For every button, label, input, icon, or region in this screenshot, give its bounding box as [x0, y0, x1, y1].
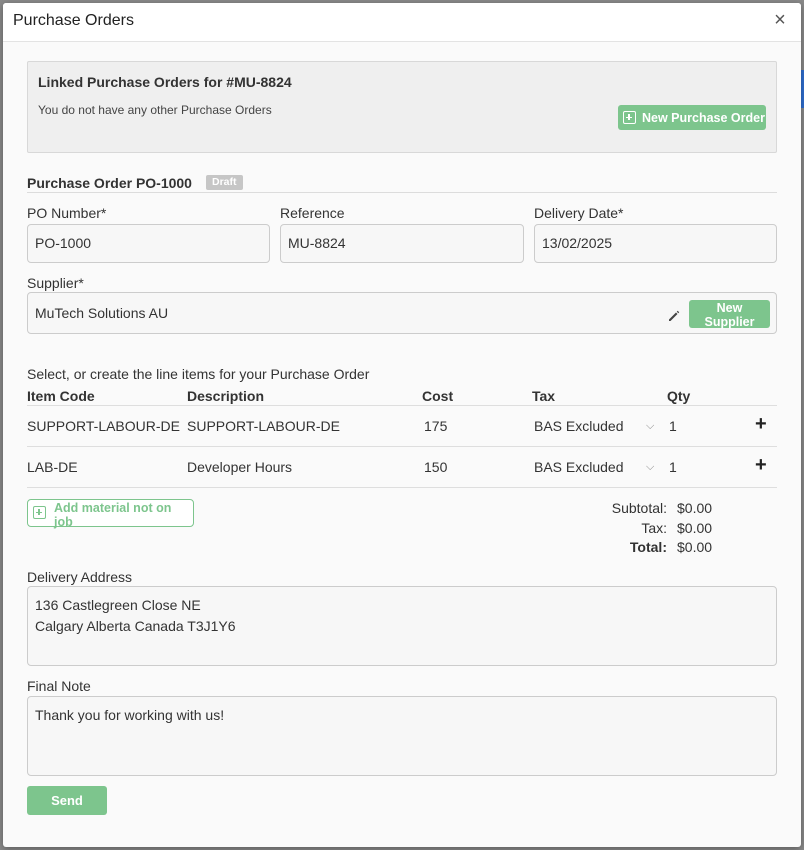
plus-square-icon [33, 506, 46, 519]
linked-orders-panel: Linked Purchase Orders for #MU-8824 You … [27, 61, 777, 153]
po-number-field[interactable]: PO-1000 [27, 224, 270, 263]
delivery-address-textarea[interactable]: 136 Castlegreen Close NE Calgary Alberta… [27, 586, 777, 666]
row-divider [27, 487, 777, 488]
column-header-item-code: Item Code [27, 388, 95, 404]
delivery-date-field[interactable]: 13/02/2025 [534, 224, 777, 263]
new-purchase-order-button[interactable]: New Purchase Order [618, 105, 766, 130]
row-cost[interactable]: 175 [424, 418, 447, 434]
add-material-button[interactable]: Add material not on job [27, 499, 194, 529]
subtotal-label: Subtotal: [611, 500, 667, 516]
table-rule [27, 405, 777, 406]
plus-square-icon [623, 111, 636, 124]
purchase-orders-modal: Purchase Orders × Linked Purchase Orders… [3, 3, 801, 847]
supplier-field[interactable]: MuTech Solutions AU [27, 292, 777, 334]
row-tax-value: BAS Excluded [534, 459, 624, 475]
po-number-label: PO Number* [27, 205, 107, 221]
row-tax-value: BAS Excluded [534, 418, 624, 434]
chevron-down-icon: ⌵ [646, 420, 655, 432]
status-badge: Draft [206, 175, 243, 190]
add-row-plus-icon[interactable]: + [755, 413, 767, 436]
add-row-plus-icon[interactable]: + [755, 454, 767, 477]
column-header-cost: Cost [422, 388, 454, 404]
add-material-label: Add material not on job [54, 501, 172, 529]
row-description: Developer Hours [187, 459, 293, 475]
final-note-textarea[interactable]: Thank you for working with us! [27, 696, 777, 776]
row-tax-select[interactable]: BAS Excluded [534, 459, 654, 475]
modal-header: Purchase Orders × [3, 3, 801, 42]
pencil-icon[interactable] [667, 309, 681, 323]
total-value: $0.00 [677, 539, 713, 555]
row-qty[interactable]: 1 [669, 418, 677, 434]
total-label: Total: [629, 539, 667, 555]
column-header-description: Description [187, 388, 265, 404]
delivery-address-line: Calgary Alberta Canada T3J1Y6 [35, 618, 236, 634]
new-supplier-button[interactable]: New Supplier [689, 300, 770, 329]
tax-label: Tax: [641, 520, 667, 536]
column-header-qty: Qty [667, 388, 691, 404]
subtotal-value: $0.00 [677, 500, 713, 516]
row-cost[interactable]: 150 [424, 459, 447, 475]
purchase-order-title: Purchase Order PO-1000 [27, 175, 192, 191]
line-items-intro: Select, or create the line items for you… [27, 366, 370, 382]
send-button[interactable]: Send [27, 786, 107, 815]
tax-value: $0.00 [677, 520, 713, 536]
linked-orders-empty-text: You do not have any other Purchase Order… [38, 103, 272, 117]
row-description: SUPPORT-LABOUR-DE [187, 418, 340, 434]
final-note-text: Thank you for working with us! [35, 707, 225, 723]
chevron-down-icon: ⌵ [646, 461, 655, 473]
row-item-code: LAB-DE [27, 459, 78, 475]
row-divider [27, 446, 777, 447]
final-note-label: Final Note [27, 678, 91, 694]
reference-field[interactable]: MU-8824 [280, 224, 524, 263]
column-header-tax: Tax [532, 388, 556, 404]
new-purchase-order-label: New Purchase Order [642, 110, 765, 125]
reference-label: Reference [280, 205, 345, 221]
supplier-label: Supplier* [27, 275, 84, 291]
close-icon[interactable]: × [771, 10, 789, 30]
delivery-address-label: Delivery Address [27, 569, 133, 585]
row-item-code: SUPPORT-LABOUR-DE [27, 418, 180, 434]
modal-title: Purchase Orders [13, 12, 134, 29]
row-qty[interactable]: 1 [669, 459, 677, 475]
delivery-date-label: Delivery Date* [534, 205, 624, 221]
row-tax-select[interactable]: BAS Excluded [534, 418, 654, 434]
section-divider [27, 192, 777, 193]
delivery-address-line: 136 Castlegreen Close NE [35, 597, 201, 613]
linked-orders-title: Linked Purchase Orders for #MU-8824 [38, 74, 292, 90]
